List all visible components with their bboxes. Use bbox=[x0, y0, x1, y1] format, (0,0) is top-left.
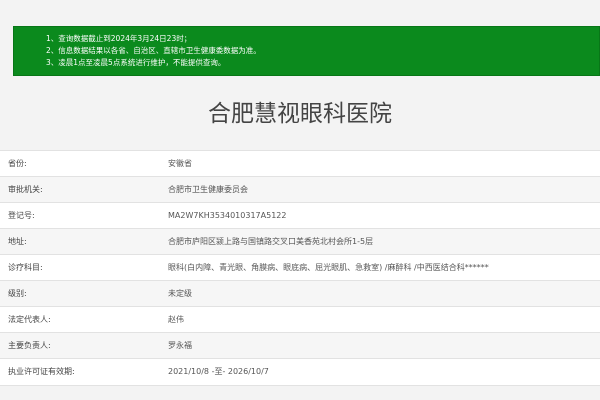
row-label: 审批机关: bbox=[0, 176, 168, 203]
row-value: 眼科(白内障、青光眼、角膜病、眼底病、屈光眼肌、急救室) /麻醉科 /中西医结合… bbox=[168, 254, 600, 281]
table-row-province: 省份: 安徽省 bbox=[0, 150, 600, 177]
row-value: 合肥市卫生健康委员会 bbox=[168, 176, 600, 203]
row-value: MA2W7KH3534010317A5122 bbox=[168, 202, 600, 229]
row-value: 合肥市庐阳区颍上路与国镇路交叉口美香苑北村会所1-5层 bbox=[168, 228, 600, 255]
row-label: 执业许可证有效期: bbox=[0, 358, 168, 385]
row-value: 赵伟 bbox=[168, 306, 600, 333]
row-label: 法定代表人: bbox=[0, 306, 168, 333]
row-value: 安徽省 bbox=[168, 150, 600, 177]
table-row-license-validity: 执业许可证有效期: 2021/10/8 -至- 2026/10/7 bbox=[0, 358, 600, 385]
table-row-departments: 诊疗科目: 眼科(白内障、青光眼、角膜病、眼底病、屈光眼肌、急救室) /麻醉科 … bbox=[0, 254, 600, 281]
table-row-registration-number: 登记号: MA2W7KH3534010317A5122 bbox=[0, 202, 600, 229]
row-value: 未定级 bbox=[168, 280, 600, 307]
notice-banner: 1、查询数据截止到2024年3月24日23时； 2、信息数据结果以各省、自治区、… bbox=[13, 26, 600, 76]
table-row-level: 级别: 未定级 bbox=[0, 280, 600, 307]
table-row-main-responsible-person: 主要负责人: 罗永福 bbox=[0, 332, 600, 359]
table-row-legal-representative: 法定代表人: 赵伟 bbox=[0, 306, 600, 333]
table-bottom-divider bbox=[0, 385, 600, 386]
notice-item: 2、信息数据结果以各省、自治区、直辖市卫生健康委数据为准。 bbox=[46, 46, 261, 55]
row-label: 省份: bbox=[0, 150, 168, 177]
row-label: 诊疗科目: bbox=[0, 254, 168, 281]
table-row-address: 地址: 合肥市庐阳区颍上路与国镇路交叉口美香苑北村会所1-5层 bbox=[0, 228, 600, 255]
row-label: 地址: bbox=[0, 228, 168, 255]
table-row-approval-authority: 审批机关: 合肥市卫生健康委员会 bbox=[0, 176, 600, 203]
row-value: 罗永福 bbox=[168, 332, 600, 359]
page-title: 合肥慧视眼科医院 bbox=[208, 101, 392, 127]
hospital-info-table: 省份: 安徽省 审批机关: 合肥市卫生健康委员会 登记号: MA2W7KH353… bbox=[0, 150, 600, 385]
notice-item: 3、凌晨1点至凌晨5点系统进行维护，不能提供查询。 bbox=[46, 58, 226, 67]
notice-item: 1、查询数据截止到2024年3月24日23时； bbox=[46, 34, 192, 43]
row-label: 级别: bbox=[0, 280, 168, 307]
row-value: 2021/10/8 -至- 2026/10/7 bbox=[168, 358, 600, 385]
row-label: 主要负责人: bbox=[0, 332, 168, 359]
row-label: 登记号: bbox=[0, 202, 168, 229]
